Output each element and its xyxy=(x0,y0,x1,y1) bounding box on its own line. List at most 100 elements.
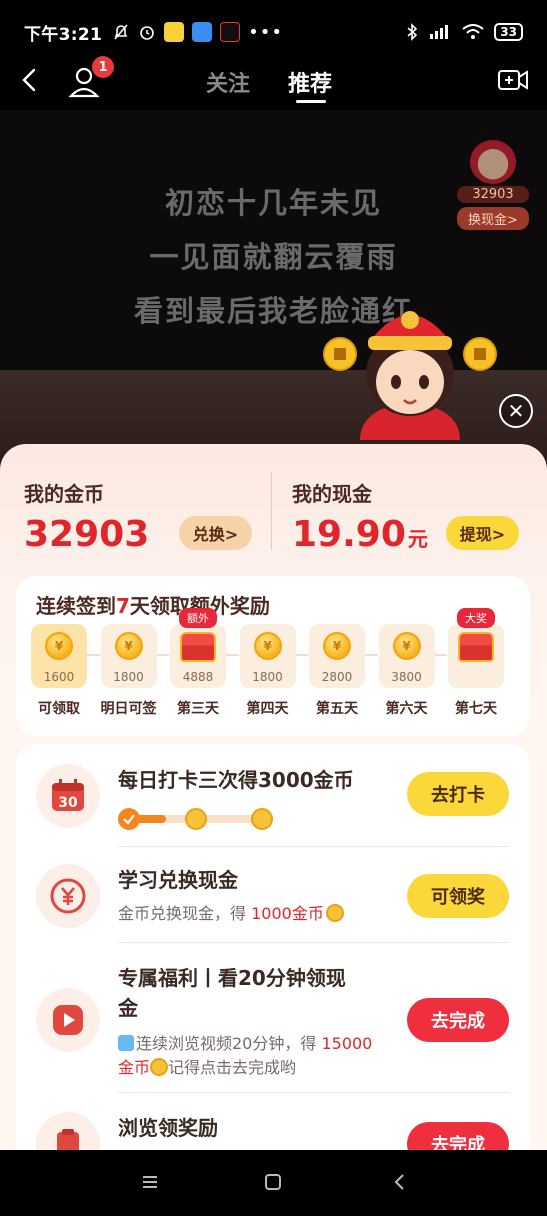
meituan-app-icon xyxy=(164,22,185,42)
signin-day[interactable]: ¥1600 可领取 xyxy=(30,624,88,718)
cash-label: 我的现金 xyxy=(292,482,372,506)
coins-label: 我的金币 xyxy=(24,482,104,506)
task-list: 30 每日打卡三次得3000金币 去打卡 学习兑换现金 金币兑换现金，得 100… xyxy=(16,744,530,1150)
coin-icon: ¥ xyxy=(392,632,421,660)
task-title: 学习兑换现金 xyxy=(118,868,238,892)
signin-day-label: 第六天 xyxy=(385,701,428,717)
mini-coin-count: 32903 xyxy=(457,186,529,203)
task-desc-text: 连续浏览视频20分钟，得 xyxy=(136,1034,322,1053)
signin-connector xyxy=(86,654,100,656)
status-time: 下午3:21 xyxy=(24,24,103,45)
mini-cash-button[interactable]: 换现金> xyxy=(457,207,529,230)
divider xyxy=(271,472,272,550)
exchange-button[interactable]: 兑换> xyxy=(179,516,252,550)
cash-value: 19.90 xyxy=(292,514,406,555)
status-bar: 下午3:21 ••• 33 xyxy=(0,0,547,64)
checkin-progress xyxy=(118,808,273,830)
signin-day-label: 第七天 xyxy=(455,701,497,717)
signin-card: 连续签到7天领取额外奖励 ¥1600 可领取 ¥1800 明日可签 4888 额外第三天 ¥… xyxy=(16,576,530,736)
home-icon[interactable] xyxy=(263,1172,283,1192)
treasure-chest-icon xyxy=(458,632,494,662)
signin-title: 连续签到7天领取额外奖励 xyxy=(36,590,270,619)
signin-day: ¥2800 第五天 xyxy=(308,624,366,718)
system-nav-bar xyxy=(0,1150,547,1216)
signin-day-amount: 2800 xyxy=(321,670,353,684)
cloud-app-icon xyxy=(192,22,213,42)
video-camera-icon[interactable] xyxy=(497,64,529,96)
back-icon[interactable] xyxy=(16,64,44,96)
back-nav-icon[interactable] xyxy=(390,1172,410,1192)
signin-day-label: 明日可签 xyxy=(100,701,157,717)
signin-days: ¥1600 可领取 ¥1800 明日可签 4888 额外 第三天 ¥1800 第四天 ¥2800 第… xyxy=(30,608,520,724)
tab-recommend[interactable]: 推荐 xyxy=(288,66,332,98)
claim-button[interactable]: 可领奖 xyxy=(407,874,509,918)
complete-button[interactable]: 去完成 xyxy=(407,1122,509,1150)
bluetooth-icon xyxy=(407,23,418,41)
signin-connector xyxy=(294,654,308,656)
calendar-icon: 30 xyxy=(36,764,100,828)
task-desc: 金币兑换现金，得 1000金币 xyxy=(118,902,344,926)
gift-icon xyxy=(118,1035,134,1051)
yuan-exchange-icon xyxy=(36,864,100,928)
mini-reward-widget[interactable]: 32903 换现金> xyxy=(457,140,529,230)
mascot-mini-icon xyxy=(470,140,516,184)
battery-indicator: 33 xyxy=(494,23,523,41)
signin-connector xyxy=(364,654,378,656)
signin-day-card: 大奖 xyxy=(448,608,504,688)
tiktok-app-icon xyxy=(220,22,241,42)
task-title: 浏览领奖励 xyxy=(118,1116,218,1140)
play-icon xyxy=(36,988,100,1052)
signin-day-card: ¥1600 xyxy=(31,624,87,688)
notification-badge: 1 xyxy=(92,56,114,78)
task-title: 每日打卡三次得3000金币 xyxy=(118,768,354,792)
signin-connector xyxy=(155,654,169,656)
task-desc-reward-unit: 金币 xyxy=(118,1058,151,1077)
coins-value: 32903 xyxy=(24,514,150,555)
signin-day-amount: 1600 xyxy=(43,670,75,684)
coin-icon: ¥ xyxy=(253,632,282,660)
signin-day-label: 第五天 xyxy=(316,701,358,717)
coin-icon: ¥ xyxy=(323,632,351,660)
calendar-icon-text: 30 xyxy=(58,795,78,811)
task-desc-reward: 15000 xyxy=(321,1034,373,1053)
signin-day-amount: 1800 xyxy=(252,670,283,684)
signin-day: ¥3800 第六天 xyxy=(378,624,436,718)
coin-icon xyxy=(325,904,344,922)
checkin-button[interactable]: 去打卡 xyxy=(407,772,509,816)
status-notification-icons: ••• xyxy=(112,22,283,43)
signin-day-amount: 4888 xyxy=(182,670,214,684)
top-nav: 1 关注 推荐 xyxy=(0,56,547,106)
signin-title-pre: 连续签到 xyxy=(36,594,116,618)
signin-day-label: 第三天 xyxy=(177,701,219,717)
fortune-god-mascot-icon xyxy=(323,311,497,440)
rewards-sheet: 我的金币 32903 兑换> 我的现金 19.90 元 提现> 连续签到7天领取额… xyxy=(0,444,547,1150)
tab-follow[interactable]: 关注 xyxy=(206,66,250,98)
complete-button[interactable]: 去完成 xyxy=(407,998,509,1042)
signin-day-card: 4888 额外 xyxy=(170,608,226,688)
signin-connector xyxy=(433,654,447,656)
signin-day: 大奖 第七天 xyxy=(447,608,505,718)
divider xyxy=(118,1092,510,1093)
signin-day: ¥1800 第四天 xyxy=(239,624,297,718)
divider xyxy=(118,942,510,943)
menu-icon[interactable] xyxy=(140,1172,160,1192)
signin-day: ¥1800 明日可签 xyxy=(100,624,158,718)
video-caption-line: 一见面就翻云覆雨 xyxy=(149,240,398,274)
signin-day-card: ¥1800 xyxy=(100,624,157,688)
withdraw-button[interactable]: 提现> xyxy=(446,516,519,550)
signal-icon xyxy=(430,25,449,39)
task-desc: 连续浏览视频20分钟，得 15000 金币 记得点击去完成哟 xyxy=(118,1032,408,1080)
more-icon: ••• xyxy=(248,21,283,43)
signin-day-card: ¥3800 xyxy=(378,624,435,688)
wifi-icon xyxy=(462,24,484,39)
signin-day-card: ¥2800 xyxy=(309,624,365,688)
cash-unit: 元 xyxy=(407,527,428,551)
task-title-cont: 金 xyxy=(118,996,138,1020)
treasure-chest-icon xyxy=(180,632,216,662)
signin-day-amount: 3800 xyxy=(391,670,422,684)
close-button[interactable]: ✕ xyxy=(499,394,533,428)
signin-day-tag: 额外 xyxy=(179,608,217,628)
signin-day-label: 可领取 xyxy=(38,701,80,717)
task-desc-reward: 1000金币 xyxy=(251,904,324,923)
coin-icon xyxy=(150,1058,169,1076)
